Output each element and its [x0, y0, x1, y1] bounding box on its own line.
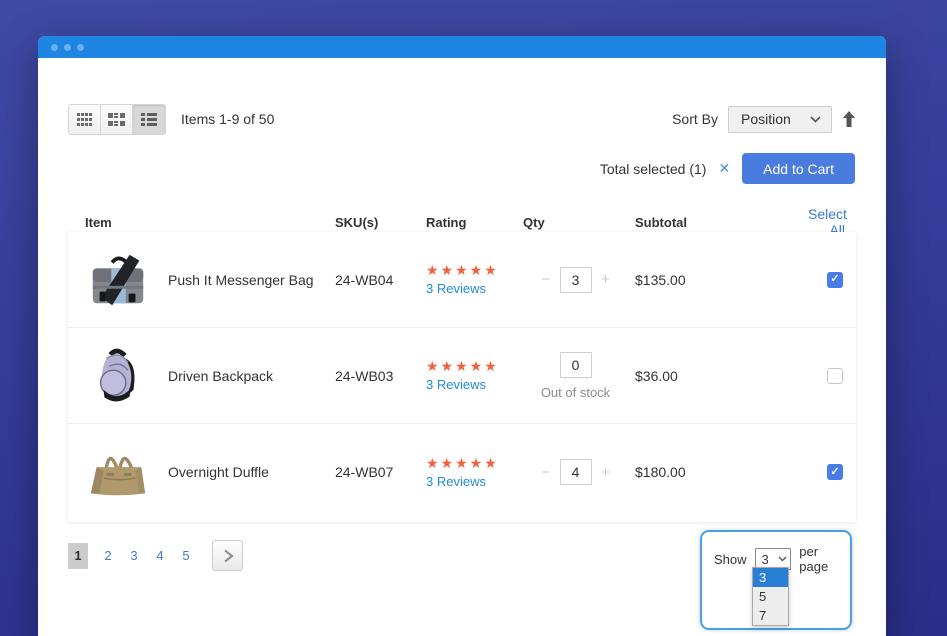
- star-rating: ★★★★★: [426, 359, 523, 373]
- product-image-messenger-bag[interactable]: [68, 249, 168, 311]
- star-rating: ★★★★★: [426, 263, 523, 277]
- product-rating: ★★★★★ 3 Reviews: [426, 359, 523, 392]
- sort-by-value: Position: [741, 111, 791, 127]
- window-dot[interactable]: [51, 44, 58, 51]
- qty-cell: − +: [523, 459, 628, 485]
- page-link-4[interactable]: 4: [154, 548, 166, 563]
- reviews-link[interactable]: 3 Reviews: [426, 281, 523, 296]
- window-titlebar: [38, 36, 886, 58]
- checkmark-icon: ✓: [830, 467, 839, 478]
- chevron-down-icon: [810, 116, 821, 123]
- view-mode-grid-button[interactable]: [69, 105, 101, 134]
- page-link-3[interactable]: 3: [128, 548, 140, 563]
- per-page-control: Show 3 per page 3 5 7: [700, 530, 852, 630]
- table-row: Driven Backpack 24-WB03 ★★★★★ 3 Reviews …: [68, 328, 856, 424]
- qty-decrease-button[interactable]: −: [541, 271, 551, 288]
- per-page-label: per page: [799, 544, 850, 574]
- next-page-button[interactable]: [212, 540, 243, 571]
- star-rating: ★★★★★: [426, 456, 523, 470]
- page-content: Items 1-9 of 50 Sort By Position Total s: [38, 58, 886, 636]
- blocks-icon: [108, 113, 125, 126]
- view-mode-blocks-button[interactable]: [101, 105, 133, 134]
- qty-cell: − +: [523, 267, 628, 293]
- window-dot[interactable]: [64, 44, 71, 51]
- per-page-option-3[interactable]: 3: [753, 568, 788, 587]
- sort-controls: Sort By Position: [672, 106, 856, 133]
- per-page-option-7[interactable]: 7: [753, 606, 788, 625]
- product-sku: 24-WB03: [335, 368, 426, 384]
- product-name: Driven Backpack: [168, 368, 335, 384]
- reviews-link[interactable]: 3 Reviews: [426, 474, 523, 489]
- column-header-rating: Rating: [426, 215, 523, 230]
- qty-decrease-button[interactable]: −: [541, 464, 551, 481]
- per-page-dropdown: 3 5 7: [752, 567, 789, 626]
- backpack-image: [87, 345, 149, 407]
- stock-status: Out of stock: [541, 385, 610, 400]
- add-to-cart-button[interactable]: Add to Cart: [742, 153, 855, 184]
- view-mode-list-button[interactable]: [133, 105, 165, 134]
- row-checkbox[interactable]: ✓: [827, 464, 843, 480]
- product-subtotal: $36.00: [628, 368, 808, 384]
- arrow-up-icon: [842, 111, 856, 127]
- qty-increase-button[interactable]: +: [601, 464, 611, 481]
- toolbar: Items 1-9 of 50 Sort By Position: [68, 104, 856, 134]
- qty-input[interactable]: [560, 267, 592, 293]
- qty-increase-button[interactable]: +: [601, 271, 611, 288]
- duffle-bag-image: [87, 441, 149, 503]
- product-image-duffle[interactable]: [68, 441, 168, 503]
- pagination: 1 2 3 4 5: [68, 540, 243, 571]
- product-table: Push It Messenger Bag 24-WB04 ★★★★★ 3 Re…: [68, 232, 856, 522]
- product-name: Overnight Duffle: [168, 464, 335, 480]
- selection-bar: Total selected (1) ✕ Add to Cart: [600, 153, 855, 184]
- reviews-link[interactable]: 3 Reviews: [426, 377, 523, 392]
- page-link-5[interactable]: 5: [180, 548, 192, 563]
- qty-input[interactable]: [560, 459, 592, 485]
- window-dot[interactable]: [77, 44, 84, 51]
- page-current: 1: [68, 543, 88, 569]
- grid-icon: [77, 113, 93, 126]
- table-row: Push It Messenger Bag 24-WB04 ★★★★★ 3 Re…: [68, 232, 856, 328]
- column-header-sku: SKU(s): [335, 215, 426, 230]
- product-rating: ★★★★★ 3 Reviews: [426, 456, 523, 489]
- sort-by-label: Sort By: [672, 111, 718, 127]
- table-header: Item SKU(s) Rating Qty Subtotal Select A…: [68, 206, 856, 230]
- qty-cell: Out of stock: [523, 352, 628, 400]
- sort-by-select[interactable]: Position: [728, 106, 832, 133]
- column-header-item: Item: [68, 215, 168, 230]
- per-page-option-5[interactable]: 5: [753, 587, 788, 606]
- chevron-right-icon: [221, 549, 235, 563]
- chevron-down-icon: [778, 556, 787, 562]
- show-label: Show: [714, 552, 747, 567]
- checkmark-icon: ✓: [830, 274, 839, 285]
- list-icon: [141, 113, 157, 126]
- messenger-bag-image: [87, 249, 149, 311]
- table-row: Overnight Duffle 24-WB07 ★★★★★ 3 Reviews…: [68, 424, 856, 520]
- product-sku: 24-WB07: [335, 464, 426, 480]
- qty-input[interactable]: [560, 352, 592, 378]
- total-selected-label: Total selected (1): [600, 161, 707, 177]
- items-count: Items 1-9 of 50: [181, 111, 274, 127]
- column-header-subtotal: Subtotal: [628, 215, 808, 230]
- product-sku: 24-WB04: [335, 272, 426, 288]
- row-checkbox[interactable]: ✓: [827, 272, 843, 288]
- clear-selection-icon[interactable]: ✕: [718, 160, 730, 177]
- page-link-2[interactable]: 2: [102, 548, 114, 563]
- sort-direction-button[interactable]: [842, 111, 856, 127]
- per-page-selected-value: 3: [762, 552, 769, 567]
- app-window: Items 1-9 of 50 Sort By Position Total s: [38, 36, 886, 636]
- product-rating: ★★★★★ 3 Reviews: [426, 263, 523, 296]
- row-checkbox[interactable]: ✓: [827, 368, 843, 384]
- product-name: Push It Messenger Bag: [168, 272, 335, 288]
- column-header-qty: Qty: [523, 215, 628, 230]
- view-mode-switcher: [68, 104, 166, 135]
- product-image-backpack[interactable]: [68, 345, 168, 407]
- product-subtotal: $135.00: [628, 272, 808, 288]
- product-subtotal: $180.00: [628, 464, 808, 480]
